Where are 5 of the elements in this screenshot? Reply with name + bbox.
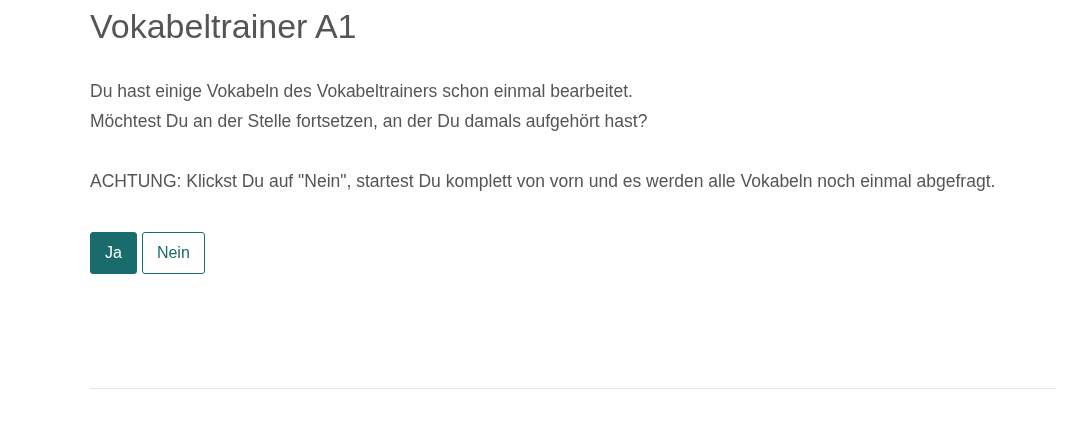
page-title: Vokabeltrainer A1 [90, 6, 358, 46]
no-button[interactable]: Nein [141, 232, 205, 274]
paragraph: Du hast einige Vokabeln des Vokabeltrainers schon einmal bearbeitet. Möchtest Du an der Stelle fortsetzen, an der Du damals aufgehört hast? [90, 80, 649, 133]
paragraph: ACHTUNG: Klickst Du auf "Nein", startest Du komplett von vorn und es werden alle Vokabeln noch einmal abgefragt. [90, 170, 997, 193]
yes-button[interactable]: Ja [90, 232, 137, 274]
